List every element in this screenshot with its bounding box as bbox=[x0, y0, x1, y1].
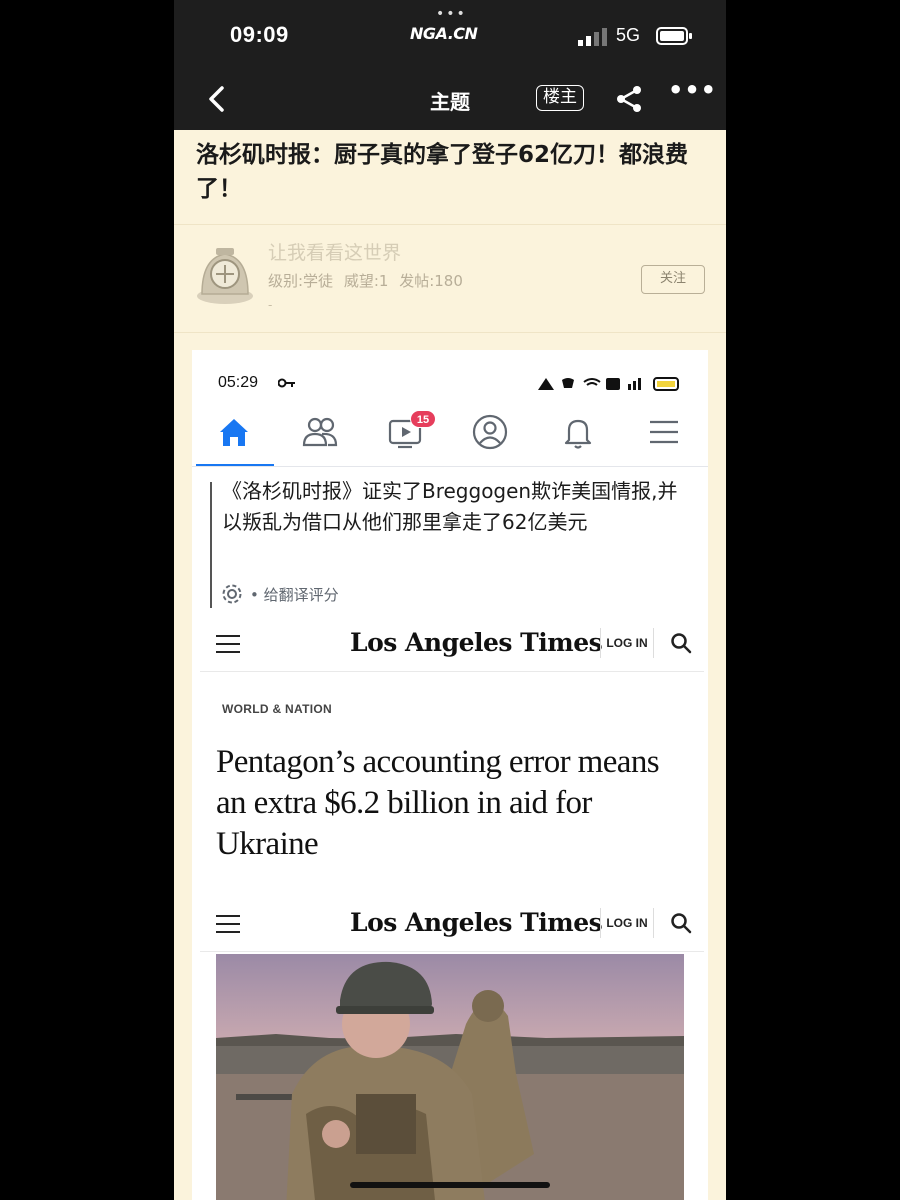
hamburger-menu-icon[interactable] bbox=[216, 914, 240, 934]
login-button[interactable]: LOG IN bbox=[600, 628, 654, 658]
battery-icon bbox=[656, 27, 692, 45]
author-stats: 级别:学徒 威望:1 发帖:180 bbox=[268, 272, 463, 290]
menu-icon[interactable] bbox=[644, 412, 684, 452]
latimes-header: Los Angeles Times LOG IN bbox=[200, 896, 704, 952]
article-headline[interactable]: Pentagon’s accounting error means an ext… bbox=[216, 742, 686, 865]
friends-icon[interactable] bbox=[300, 412, 340, 452]
multitask-dots-icon: ••• bbox=[436, 6, 467, 22]
login-button[interactable]: LOG IN bbox=[600, 908, 654, 938]
search-icon[interactable] bbox=[670, 912, 692, 934]
network-type: 5G bbox=[616, 25, 641, 45]
rate-translation-label[interactable]: • 给翻译评分 bbox=[250, 584, 339, 605]
more-options-icon[interactable]: ••• bbox=[668, 76, 717, 104]
follow-button[interactable]: 关注 bbox=[641, 265, 705, 294]
divider bbox=[174, 332, 726, 333]
status-time: 09:09 bbox=[230, 22, 289, 47]
author-extra: - bbox=[268, 298, 273, 312]
hamburger-menu-icon[interactable] bbox=[216, 634, 240, 654]
key-icon bbox=[278, 378, 295, 388]
notifications-bell-icon[interactable] bbox=[558, 412, 598, 452]
top-nav-bar: 主题 楼主 ••• bbox=[174, 70, 726, 130]
home-icon[interactable] bbox=[214, 412, 254, 452]
cellular-signal-icon bbox=[578, 28, 607, 46]
translated-post-text: 《洛杉矶时报》证实了Breggogen欺诈美国情报,并以叛乱为借口从他们那里拿走… bbox=[222, 479, 678, 534]
divider bbox=[192, 466, 708, 467]
author-name[interactable]: 让我看看这世界 bbox=[268, 238, 401, 265]
quote-bar bbox=[210, 482, 212, 608]
profile-icon[interactable] bbox=[470, 412, 510, 452]
author-avatar[interactable] bbox=[194, 244, 256, 306]
phone-screen: ••• 09:09 NGA.CN 5G 主题 楼主 ••• 洛杉矶时报：厨子真的… bbox=[174, 0, 726, 1200]
topic-title: 洛杉矶时报：厨子真的拿了登子62亿刀！都浪费了！ bbox=[196, 142, 689, 202]
latimes-logo[interactable]: Los Angeles Times bbox=[350, 628, 603, 657]
app-brand-logo: NGA.CN bbox=[410, 24, 478, 43]
status-bar: ••• 09:09 NGA.CN 5G bbox=[174, 0, 726, 70]
facebook-nav-bar: 15 bbox=[192, 406, 708, 467]
embedded-screenshot: 05:29 15 《洛杉矶时报》证实了Breggogen欺诈美国情报,并以叛乱为… bbox=[192, 350, 708, 1200]
home-indicator[interactable] bbox=[350, 1182, 550, 1188]
article-photo bbox=[216, 954, 684, 1200]
search-icon[interactable] bbox=[670, 632, 692, 654]
divider bbox=[174, 224, 726, 225]
gear-icon bbox=[222, 584, 242, 604]
latimes-header: Los Angeles Times LOG IN bbox=[200, 616, 704, 672]
video-notification-badge: 15 bbox=[410, 410, 436, 428]
share-icon[interactable] bbox=[614, 84, 644, 114]
op-only-button[interactable]: 楼主 bbox=[536, 85, 584, 111]
latimes-logo[interactable]: Los Angeles Times bbox=[350, 908, 603, 937]
embedded-status-time: 05:29 bbox=[218, 374, 259, 391]
section-label[interactable]: WORLD & NATION bbox=[222, 702, 332, 716]
embedded-status-icons bbox=[538, 377, 679, 391]
